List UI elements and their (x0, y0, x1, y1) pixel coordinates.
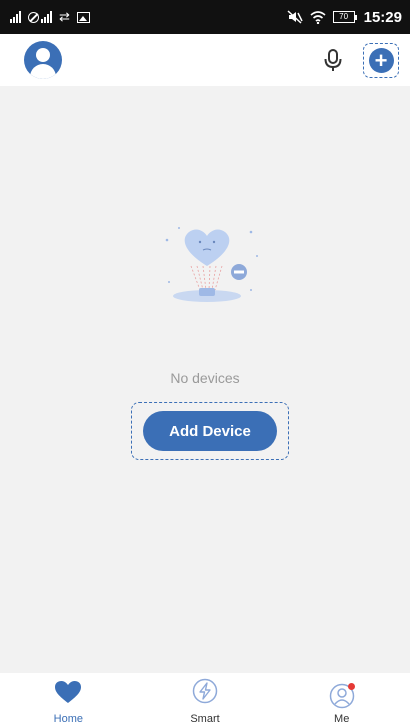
status-right: 70 15:29 (287, 9, 402, 26)
signal-icon (10, 11, 21, 23)
status-time: 15:29 (363, 8, 402, 26)
nav-label-me: Me (334, 713, 350, 725)
plus-circle-icon[interactable]: + (368, 48, 394, 73)
notification-badge (347, 683, 355, 690)
nav-item-me[interactable]: Me (273, 673, 410, 727)
mute-icon (287, 10, 303, 24)
battery-icon: 70 (332, 11, 357, 23)
sync-icon: ⇄ (59, 9, 70, 24)
no-devices-message: No devices (170, 370, 240, 386)
lightning-icon (192, 678, 218, 709)
heart-icon (54, 680, 82, 709)
nav-item-smart[interactable]: Smart (137, 673, 274, 727)
add-device-button[interactable]: Add Device (143, 411, 277, 451)
nav-item-home[interactable]: Home (0, 673, 137, 727)
add-device-highlight: Add Device (131, 402, 289, 460)
nav-label-smart: Smart (190, 713, 220, 725)
battery-level: 70 (332, 11, 355, 23)
bottom-nav: Home Smart Me (0, 673, 410, 727)
status-left: ⇄ (10, 9, 90, 25)
add-button-highlight: + (363, 43, 399, 78)
nav-label-home: Home (53, 713, 83, 725)
profile-icon (329, 683, 355, 709)
app-header: + (0, 34, 410, 86)
image-notification-icon (76, 11, 90, 23)
wifi-icon (310, 10, 326, 24)
user-avatar-icon[interactable] (24, 41, 62, 79)
microphone-icon[interactable] (322, 48, 344, 72)
no-sim-icon (28, 11, 52, 23)
status-bar: ⇄ 70 15:29 (0, 0, 410, 34)
empty-devices-illustration (165, 227, 258, 302)
